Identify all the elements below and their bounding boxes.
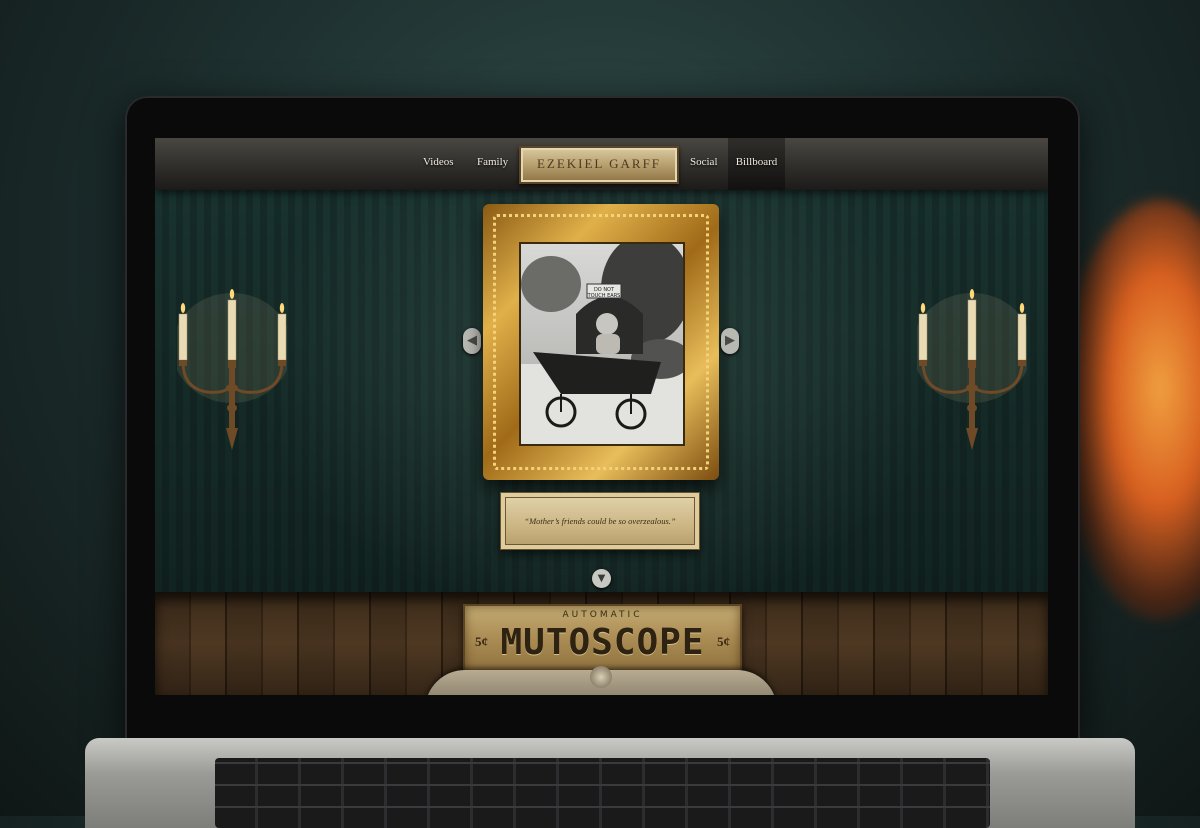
site-logo-plate[interactable]: EZEKIEL GARFF [519, 146, 679, 184]
baby-carriage-photo-art: DO NOT TOUCH EARS [521, 244, 683, 444]
photo-sign-line2: TOUCH EARS [587, 293, 621, 299]
photo-caption: “Mother’s friends could be so overzealou… [524, 516, 676, 526]
nav-billboard[interactable]: Billboard [728, 138, 785, 190]
laptop-keyboard [215, 758, 990, 828]
photo-caption-plaque: “Mother’s friends could be so overzealou… [500, 492, 700, 550]
nav-family[interactable]: Family [477, 138, 508, 190]
scroll-down-button[interactable]: ▼ [592, 569, 611, 588]
top-navigation-bar: Videos Family EZEKIEL GARFF Social Billb… [155, 138, 1048, 190]
mutoscope-sign-top: AUTOMATIC [562, 610, 643, 620]
website-screen: Videos Family EZEKIEL GARFF Social Billb… [155, 138, 1048, 695]
gallery-next-button[interactable]: ▶ [721, 328, 739, 354]
vintage-baby-photo[interactable]: DO NOT TOUCH EARS [519, 242, 685, 446]
mutoscope-crank-housing[interactable] [425, 666, 777, 695]
gilded-picture-frame: DO NOT TOUCH EARS [483, 204, 719, 480]
background-bokeh-light [1060, 200, 1200, 620]
candle-sconce-left [177, 289, 287, 450]
candle-sconce-right [917, 289, 1027, 450]
chevron-down-icon: ▼ [597, 573, 606, 584]
gallery-prev-button[interactable]: ◀ [463, 328, 481, 354]
nav-videos[interactable]: Videos [423, 138, 454, 190]
chevron-left-icon: ◀ [467, 333, 477, 348]
mutoscope-price-right: 5¢ [717, 634, 730, 649]
nav-social[interactable]: Social [690, 138, 718, 190]
site-logo: EZEKIEL GARFF [536, 156, 662, 171]
mutoscope-sign-title: MUTOSCOPE [500, 622, 705, 663]
chevron-right-icon: ▶ [725, 333, 735, 348]
mutoscope-price-left: 5¢ [475, 634, 488, 649]
